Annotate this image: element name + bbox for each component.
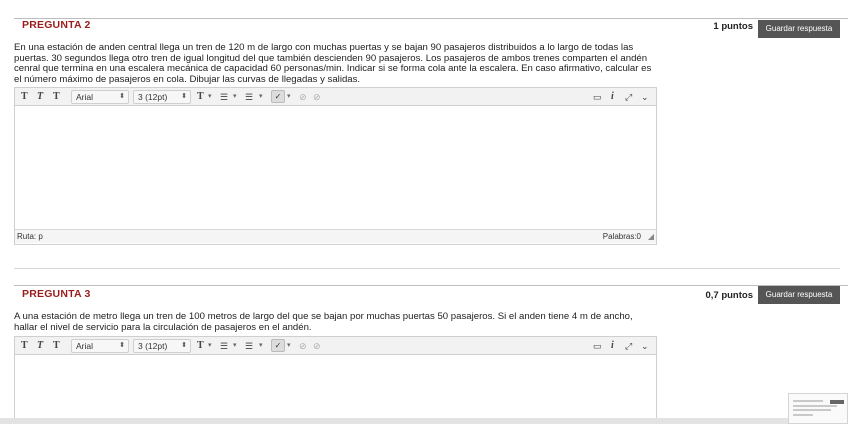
thumbnail-button xyxy=(830,400,844,404)
question-points: 0,7 puntos xyxy=(705,290,753,301)
font-size-select[interactable]: 3 (12pt) ⬍ xyxy=(133,90,191,104)
font-size-select[interactable]: 3 (12pt) ⬍ xyxy=(133,339,191,353)
font-family-value: Arial xyxy=(76,92,94,102)
thumbnail-line xyxy=(793,400,823,402)
thumbnail-line xyxy=(793,409,831,411)
select-arrow-icon: ⬍ xyxy=(181,342,187,349)
resize-grip-icon[interactable]: ◢ xyxy=(648,232,654,241)
editor-statusbar: Ruta: p Palabras:0 ◢ xyxy=(15,229,656,243)
top-link-fragment[interactable] xyxy=(115,0,145,2)
editor-toolbar: T T T Arial ⬍ 3 (12pt) ⬍ T ▾ ☰ ▾ ☰ ▾ ✓ ▾… xyxy=(15,88,656,106)
spellcheck-icon[interactable]: ✓ xyxy=(271,90,285,103)
word-count: Palabras:0 xyxy=(602,232,641,241)
dropdown-arrow-icon[interactable]: ▾ xyxy=(208,340,212,352)
question-2-header: PREGUNTA 2 1 puntos Guardar respuesta xyxy=(14,18,848,40)
text-icon[interactable]: T xyxy=(21,340,28,352)
question-3-text: A una estación de metro llega un tren de… xyxy=(14,311,633,333)
numbered-list-icon[interactable]: ☰ xyxy=(245,340,253,352)
text-color-icon[interactable]: T xyxy=(197,340,204,352)
editor-toolbar: T T T Arial ⬍ 3 (12pt) ⬍ T ▾ ☰ ▾ ☰ ▾ ✓ ▾… xyxy=(15,337,656,355)
status-path: Ruta: p xyxy=(17,232,43,241)
save-answer-button[interactable]: Guardar respuesta xyxy=(758,286,840,304)
answer-editor-q2: T T T Arial ⬍ 3 (12pt) ⬍ T ▾ ☰ ▾ ☰ ▾ ✓ ▾… xyxy=(14,87,657,245)
thumbnail-line xyxy=(793,414,813,416)
editor-body[interactable] xyxy=(15,355,656,423)
dropdown-arrow-icon[interactable]: ▾ xyxy=(233,340,237,352)
preview-icon[interactable]: ▭ xyxy=(593,91,602,103)
select-arrow-icon: ⬍ xyxy=(119,93,125,100)
font-family-select[interactable]: Arial ⬍ xyxy=(71,339,129,353)
select-arrow-icon: ⬍ xyxy=(119,342,125,349)
thumbnail-line xyxy=(793,405,837,407)
font-family-value: Arial xyxy=(76,341,94,351)
info-icon[interactable]: i xyxy=(611,91,614,103)
text-italic-icon[interactable]: T xyxy=(37,340,43,352)
numbered-list-icon[interactable]: ☰ xyxy=(245,91,253,103)
collapse-icon[interactable]: ⌄ xyxy=(641,91,649,103)
unlink-icon[interactable]: ⊘ xyxy=(313,91,321,103)
text-italic-icon[interactable]: T xyxy=(37,91,43,103)
font-family-select[interactable]: Arial ⬍ xyxy=(71,90,129,104)
question-3-header: PREGUNTA 3 0,7 puntos Guardar respuesta xyxy=(14,285,848,307)
text-format-icon[interactable]: T xyxy=(53,340,60,352)
info-icon[interactable]: i xyxy=(611,340,614,352)
text-icon[interactable]: T xyxy=(21,91,28,103)
save-answer-button[interactable]: Guardar respuesta xyxy=(758,20,840,38)
text-format-icon[interactable]: T xyxy=(53,91,60,103)
preview-icon[interactable]: ▭ xyxy=(593,340,602,352)
spellcheck-icon[interactable]: ✓ xyxy=(271,339,285,352)
answer-editor-q3: T T T Arial ⬍ 3 (12pt) ⬍ T ▾ ☰ ▾ ☰ ▾ ✓ ▾… xyxy=(14,336,657,424)
dropdown-arrow-icon[interactable]: ▾ xyxy=(208,91,212,103)
dropdown-arrow-icon[interactable]: ▾ xyxy=(259,91,263,103)
bullet-list-icon[interactable]: ☰ xyxy=(220,340,228,352)
dropdown-arrow-icon[interactable]: ▾ xyxy=(233,91,237,103)
editor-body[interactable] xyxy=(15,106,656,229)
dropdown-arrow-icon[interactable]: ▾ xyxy=(259,340,263,352)
font-size-value: 3 (12pt) xyxy=(138,92,168,102)
question-title: PREGUNTA 3 xyxy=(22,288,91,300)
link-icon[interactable]: ⊘ xyxy=(299,91,307,103)
question-points: 1 puntos xyxy=(713,21,753,32)
question-title: PREGUNTA 2 xyxy=(22,19,91,31)
text-color-icon[interactable]: T xyxy=(197,91,204,103)
bullet-list-icon[interactable]: ☰ xyxy=(220,91,228,103)
page-thumbnail[interactable] xyxy=(788,393,848,424)
collapse-icon[interactable]: ⌄ xyxy=(641,340,649,352)
link-icon[interactable]: ⊘ xyxy=(299,340,307,352)
fullscreen-icon[interactable]: ⤢ xyxy=(625,340,632,352)
question-2-text: En una estación de anden central llega u… xyxy=(14,42,652,85)
font-size-value: 3 (12pt) xyxy=(138,341,168,351)
section-divider xyxy=(14,268,840,269)
select-arrow-icon: ⬍ xyxy=(181,93,187,100)
horizontal-scrollbar[interactable] xyxy=(0,418,788,424)
dropdown-arrow-icon[interactable]: ▾ xyxy=(287,340,291,352)
unlink-icon[interactable]: ⊘ xyxy=(313,340,321,352)
fullscreen-icon[interactable]: ⤢ xyxy=(625,91,632,103)
dropdown-arrow-icon[interactable]: ▾ xyxy=(287,91,291,103)
